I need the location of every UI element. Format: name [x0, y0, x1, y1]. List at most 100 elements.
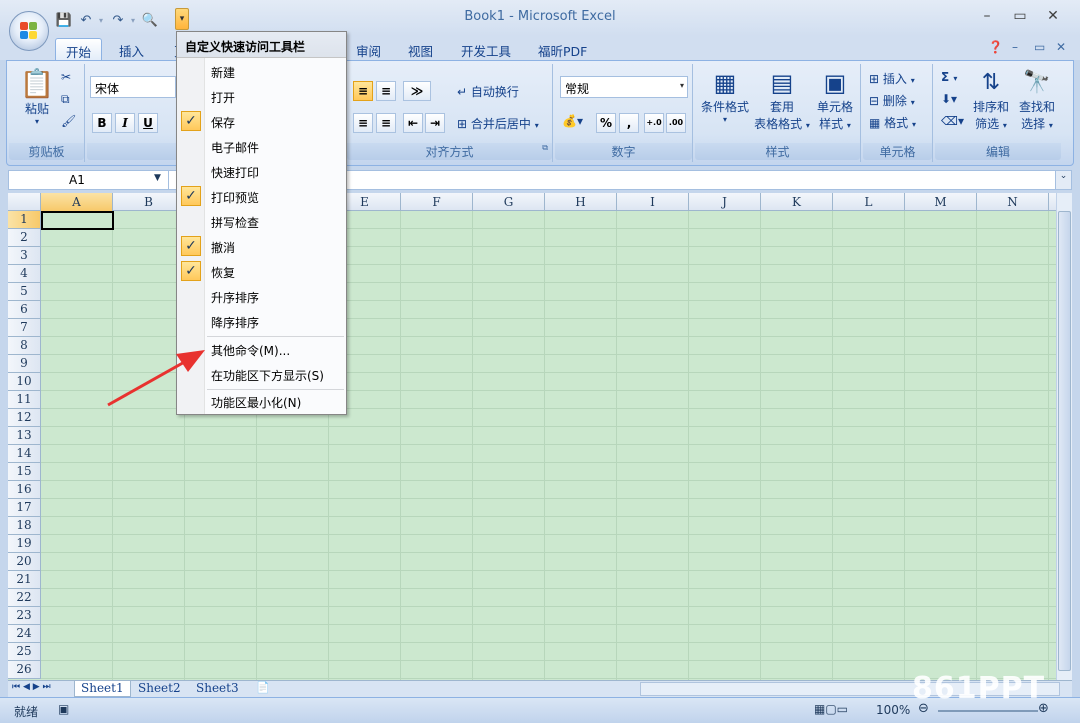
zoom-level[interactable]: 100%	[876, 703, 910, 717]
sort-filter-button[interactable]: ⇅ 排序和 筛选 ▾	[969, 68, 1013, 132]
row-header[interactable]: 12	[8, 409, 40, 427]
decrease-decimal-button[interactable]: .00	[666, 113, 686, 133]
row-header[interactable]: 21	[8, 571, 40, 589]
active-cell-a1[interactable]	[41, 211, 114, 230]
format-cells-button[interactable]: ▦ 格式 ▾	[869, 114, 916, 131]
paste-button[interactable]: 📋 粘贴 ▾	[17, 68, 57, 127]
menu-item-2[interactable]: 打开	[177, 84, 346, 108]
fill-icon[interactable]: ⬇▾	[941, 92, 957, 106]
office-button[interactable]	[9, 11, 49, 51]
zoom-slider[interactable]	[938, 710, 1038, 712]
tab-developer[interactable]: 开发工具	[451, 38, 521, 60]
currency-icon[interactable]: 💰▾	[562, 114, 583, 128]
row-header[interactable]: 10	[8, 373, 40, 391]
column-header[interactable]: N	[977, 193, 1049, 211]
right-align-icon[interactable]: ≡	[376, 113, 396, 133]
percent-button[interactable]: %	[596, 113, 616, 133]
underline-button[interactable]: U	[138, 113, 158, 133]
row-header[interactable]: 18	[8, 517, 40, 535]
maximize-button[interactable]: ▭	[1010, 8, 1030, 24]
tab-home[interactable]: 开始	[55, 38, 103, 60]
row-header[interactable]: 23	[8, 607, 40, 625]
workbook-restore-button[interactable]: ▭	[1034, 40, 1045, 54]
close-button[interactable]: ✕	[1043, 8, 1063, 24]
workbook-minimize-button[interactable]: –	[1012, 40, 1018, 54]
row-header[interactable]: 13	[8, 427, 40, 445]
menu-item-more-commands[interactable]: 其他命令(M)...	[177, 337, 346, 361]
format-painter-icon[interactable]: 🖌	[61, 114, 76, 128]
row-header[interactable]: 15	[8, 463, 40, 481]
center-align-icon[interactable]: ≡	[353, 113, 373, 133]
menu-item-10[interactable]: 升序排序	[177, 284, 346, 308]
row-header[interactable]: 24	[8, 625, 40, 643]
help-icon[interactable]: ❓	[988, 40, 1003, 54]
row-header[interactable]: 11	[8, 391, 40, 409]
expand-formula-bar-icon[interactable]: ⌄	[1055, 171, 1071, 189]
insert-cells-button[interactable]: ⊞ 插入 ▾	[869, 70, 915, 87]
row-header[interactable]: 20	[8, 553, 40, 571]
column-header[interactable]: J	[689, 193, 761, 211]
vertical-scroll-thumb[interactable]	[1058, 211, 1071, 671]
column-header[interactable]: K	[761, 193, 833, 211]
format-as-table-button[interactable]: ▤ 套用 表格格式 ▾	[751, 68, 813, 132]
merge-center-button[interactable]: ⊞ 合并后居中 ▾	[457, 115, 539, 132]
sheet-tab-sheet3[interactable]: Sheet3	[190, 681, 245, 697]
find-select-button[interactable]: 🔭 查找和 选择 ▾	[1015, 68, 1059, 132]
column-header[interactable]: M	[905, 193, 977, 211]
row-header[interactable]: 5	[8, 283, 40, 301]
tab-review[interactable]: 审阅	[346, 38, 391, 60]
sheet-nav-icons[interactable]: ⏮ ◀ ▶ ⏭	[12, 682, 51, 692]
row-header[interactable]: 9	[8, 355, 40, 373]
menu-item-3[interactable]: ✓ 保存	[177, 109, 346, 133]
autosum-button[interactable]: Σ ▾	[941, 70, 957, 84]
clear-icon[interactable]: ⌫▾	[941, 114, 964, 128]
view-buttons[interactable]: ▦▢▭	[814, 702, 848, 716]
menu-item-4[interactable]: 电子邮件	[177, 134, 346, 158]
font-name-combo[interactable]: 宋体	[90, 76, 176, 98]
menu-item-6[interactable]: ✓ 打印预览	[177, 184, 346, 208]
row-header[interactable]: 17	[8, 499, 40, 517]
menu-item-8[interactable]: ✓ 撤消	[177, 234, 346, 258]
column-header[interactable]: A	[41, 193, 113, 211]
row-header[interactable]: 14	[8, 445, 40, 463]
bold-button[interactable]: B	[92, 113, 112, 133]
menu-item-5[interactable]: 快速打印	[177, 159, 346, 183]
vertical-scrollbar[interactable]	[1056, 193, 1072, 680]
row-header[interactable]: 25	[8, 643, 40, 661]
tab-foxit-pdf[interactable]: 福昕PDF	[528, 38, 597, 60]
workbook-close-button[interactable]: ✕	[1056, 40, 1066, 54]
comma-button[interactable]: ,	[619, 113, 639, 133]
menu-item-1[interactable]: 新建	[177, 59, 346, 83]
macro-record-icon[interactable]: ▣	[58, 702, 69, 716]
middle-align-icon[interactable]: ≡	[353, 81, 373, 101]
tab-insert[interactable]: 插入	[109, 38, 154, 60]
sheet-tab-sheet1[interactable]: Sheet1	[74, 681, 131, 697]
menu-item-11[interactable]: 降序排序	[177, 309, 346, 333]
wrap-text-button[interactable]: ↵ 自动换行	[457, 83, 519, 100]
tab-view[interactable]: 视图	[398, 38, 443, 60]
row-header[interactable]: 1	[8, 211, 40, 229]
minimize-button[interactable]: –	[977, 8, 997, 24]
column-header[interactable]: F	[401, 193, 473, 211]
name-box[interactable]: A1	[9, 171, 169, 189]
row-header[interactable]: 19	[8, 535, 40, 553]
increase-decimal-button[interactable]: +.0	[644, 113, 664, 133]
column-header[interactable]: G	[473, 193, 545, 211]
formula-input[interactable]	[349, 171, 1053, 189]
menu-item-9[interactable]: ✓ 恢复	[177, 259, 346, 283]
row-header[interactable]: 2	[8, 229, 40, 247]
delete-cells-button[interactable]: ⊟ 删除 ▾	[869, 92, 915, 109]
conditional-format-button[interactable]: ▦ 条件格式 ▾	[697, 68, 753, 124]
sheet-tab-sheet2[interactable]: Sheet2	[132, 681, 187, 697]
row-header[interactable]: 16	[8, 481, 40, 499]
column-header[interactable]: L	[833, 193, 905, 211]
column-header[interactable]: H	[545, 193, 617, 211]
decrease-indent-icon[interactable]: ⇤	[403, 113, 423, 133]
row-header[interactable]: 22	[8, 589, 40, 607]
menu-item-minimize-ribbon[interactable]: 功能区最小化(N)	[177, 389, 346, 413]
increase-indent-icon[interactable]: ⇥	[425, 113, 445, 133]
italic-button[interactable]: I	[115, 113, 135, 133]
column-header[interactable]: B	[113, 193, 185, 211]
cell-styles-button[interactable]: ▣ 单元格 样式 ▾	[811, 68, 859, 132]
row-header[interactable]: 4	[8, 265, 40, 283]
